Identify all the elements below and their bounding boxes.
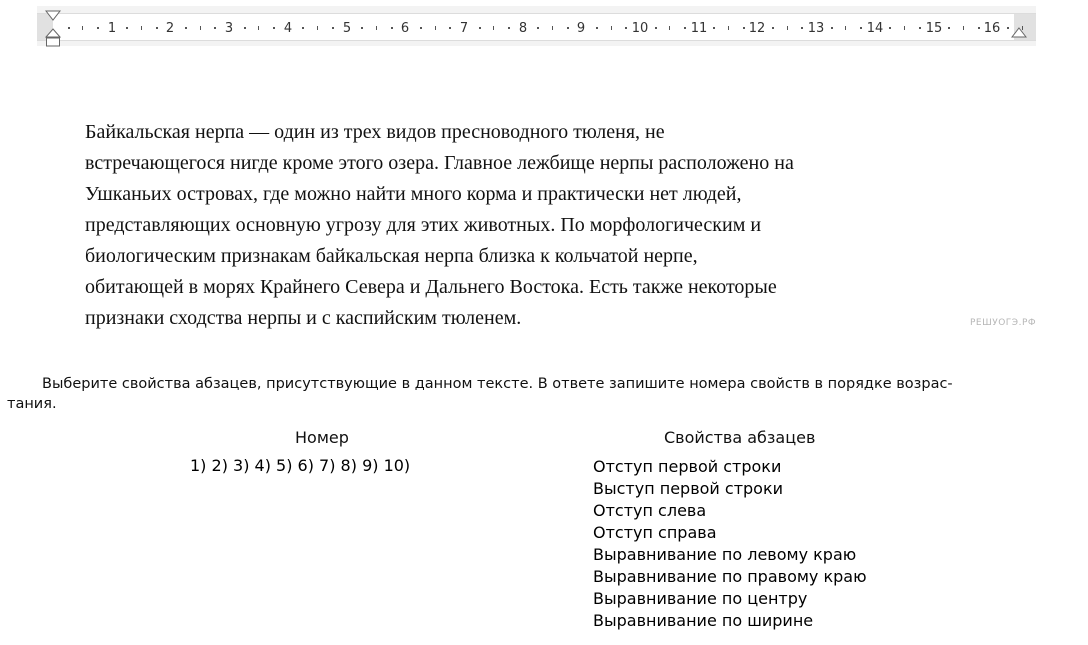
ruler-number: 9 xyxy=(576,21,586,36)
ruler-number: 1 xyxy=(107,21,117,36)
ruler-quarter-dot xyxy=(919,27,921,29)
property-item: Отступ первой строки xyxy=(593,457,782,476)
properties-list: Отступ первой строки Выступ первой строк… xyxy=(593,456,867,632)
property-item: Отступ справа xyxy=(593,523,717,542)
ruler-quarter-dot xyxy=(273,27,275,29)
ruler-quarter-dot xyxy=(978,27,980,29)
ruler-half-tick xyxy=(258,26,259,30)
ruler-number: 12 xyxy=(748,21,766,36)
ruler-quarter-dot xyxy=(332,27,334,29)
ruler-quarter-dot xyxy=(889,27,891,29)
ruler-half-tick xyxy=(435,26,436,30)
ruler-quarter-dot xyxy=(567,27,569,29)
ruler-half-tick xyxy=(493,26,494,30)
ruler-quarter-dot xyxy=(185,27,187,29)
ruler-half-tick xyxy=(552,26,553,30)
ruler-quarter-dot xyxy=(743,27,745,29)
ruler-quarter-dot xyxy=(655,27,657,29)
property-item: Выравнивание по ширине xyxy=(593,611,814,630)
ruler-half-tick xyxy=(376,26,377,30)
ruler-number: 15 xyxy=(925,21,943,36)
number-column-header: Номер xyxy=(295,428,349,447)
property-item: Выравнивание по центру xyxy=(593,589,808,608)
ruler-quarter-dot xyxy=(479,27,481,29)
ruler-quarter-dot xyxy=(860,27,862,29)
ruler-track: 1 2 3 4 5 6 7 8 9 10 11 12 13 14 15 16 xyxy=(37,13,1036,41)
paragraph-line: признаки сходства нерпы и с каспийским т… xyxy=(85,307,522,329)
ruler-number: 2 xyxy=(165,21,175,36)
ruler-quarter-dot xyxy=(596,27,598,29)
ruler-half-tick xyxy=(963,26,964,30)
ruler-number: 13 xyxy=(807,21,825,36)
ruler-quarter-dot xyxy=(684,27,686,29)
ruler-half-tick xyxy=(317,26,318,30)
ruler-number: 5 xyxy=(342,21,352,36)
ruler-quarter-dot xyxy=(126,27,128,29)
ruler-quarter-dot xyxy=(625,27,627,29)
left-indent-marker[interactable] xyxy=(45,10,61,48)
property-item: Отступ слева xyxy=(593,501,707,520)
ruler-quarter-dot xyxy=(68,27,70,29)
right-indent-marker[interactable] xyxy=(1011,26,1027,40)
ruler: 1 2 3 4 5 6 7 8 9 10 11 12 13 14 15 16 xyxy=(37,6,1036,48)
ruler-number: 6 xyxy=(400,21,410,36)
ruler-number: 11 xyxy=(690,21,708,36)
properties-column-header: Свойства абзацев xyxy=(664,428,816,447)
ruler-half-tick xyxy=(82,26,83,30)
ruler-number: 8 xyxy=(518,21,528,36)
paragraph-line: встречающегося нигде кроме этого озера. … xyxy=(85,152,794,174)
ruler-quarter-dot xyxy=(97,27,99,29)
number-list: 1) 2) 3) 4) 5) 6) 7) 8) 9) 10) xyxy=(190,456,411,475)
paragraph-line: представляющих основную угрозу для этих … xyxy=(85,214,762,236)
question-line: Выберите свойства абзацев, присутствующи… xyxy=(42,376,953,392)
ruler-quarter-dot xyxy=(537,27,539,29)
paragraph-line: биологическим признакам байкальская нерп… xyxy=(85,245,698,267)
paragraph-line: Байкальская нерпа — один из трех видов п… xyxy=(85,121,665,143)
ruler-quarter-dot xyxy=(1007,27,1009,29)
ruler-number: 10 xyxy=(631,21,649,36)
ruler-quarter-dot xyxy=(801,27,803,29)
ruler-number: 7 xyxy=(459,21,469,36)
ruler-half-tick xyxy=(200,26,201,30)
ruler-number: 14 xyxy=(866,21,884,36)
ruler-half-tick xyxy=(845,26,846,30)
ruler-quarter-dot xyxy=(508,27,510,29)
question-text: Выберите свойства абзацев, присутствующи… xyxy=(7,374,1077,414)
property-item: Выравнивание по правому краю xyxy=(593,567,867,586)
ruler-half-tick xyxy=(728,26,729,30)
property-item: Выступ первой строки xyxy=(593,479,784,498)
ruler-quarter-dot xyxy=(302,27,304,29)
ruler-half-tick xyxy=(141,26,142,30)
ruler-quarter-dot xyxy=(449,27,451,29)
ruler-quarter-dot xyxy=(156,27,158,29)
ruler-quarter-dot xyxy=(420,27,422,29)
ruler-half-tick xyxy=(669,26,670,30)
ruler-quarter-dot xyxy=(214,27,216,29)
property-item: Выравнивание по левому краю xyxy=(593,545,857,564)
ruler-quarter-dot xyxy=(713,27,715,29)
ruler-half-tick xyxy=(904,26,905,30)
ruler-quarter-dot xyxy=(391,27,393,29)
ruler-quarter-dot xyxy=(831,27,833,29)
watermark: РЕШУОГЭ.РФ xyxy=(970,318,1037,328)
paragraph-line: Ушканьих островах, где можно найти много… xyxy=(85,183,742,205)
ruler-quarter-dot xyxy=(948,27,950,29)
ruler-half-tick xyxy=(611,26,612,30)
ruler-quarter-dot xyxy=(772,27,774,29)
ruler-number: 3 xyxy=(224,21,234,36)
ruler-half-tick xyxy=(787,26,788,30)
paragraph-line: обитающей в морях Крайнего Севера и Даль… xyxy=(85,276,777,298)
ruler-quarter-dot xyxy=(361,27,363,29)
document-paragraph: Байкальская нерпа — один из трех видов п… xyxy=(85,117,985,334)
ruler-number: 4 xyxy=(283,21,293,36)
ruler-number: 16 xyxy=(983,21,1001,36)
ruler-quarter-dot xyxy=(244,27,246,29)
question-line: тания. xyxy=(7,396,57,412)
